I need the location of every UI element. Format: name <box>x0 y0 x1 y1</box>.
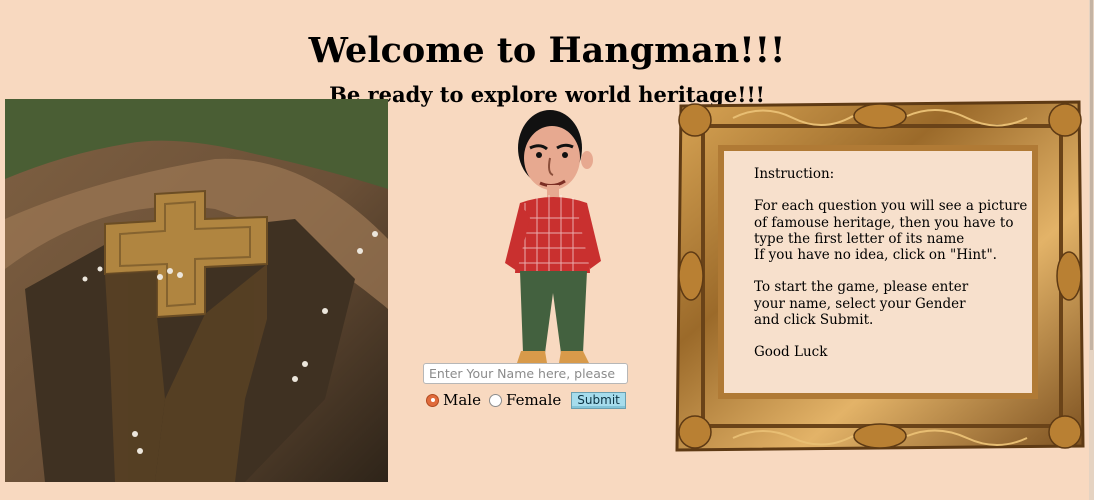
male-radio[interactable] <box>426 393 439 407</box>
female-label[interactable]: Female <box>506 391 561 409</box>
cartoon-character-icon <box>505 110 601 363</box>
name-input[interactable] <box>423 363 628 384</box>
submit-button[interactable]: Submit <box>571 391 626 409</box>
heritage-illustration <box>5 99 388 482</box>
page-title: Welcome to Hangman!!! <box>308 30 786 72</box>
scrollbar-thumb[interactable] <box>1090 0 1093 350</box>
heritage-image <box>5 99 388 482</box>
instructions-text: Instruction: For each question you will … <box>754 166 1028 361</box>
female-radio[interactable] <box>488 393 502 407</box>
gender-selector: Male Female Submit <box>426 389 626 411</box>
character-illustration <box>495 103 615 365</box>
male-label[interactable]: Male <box>443 391 481 409</box>
